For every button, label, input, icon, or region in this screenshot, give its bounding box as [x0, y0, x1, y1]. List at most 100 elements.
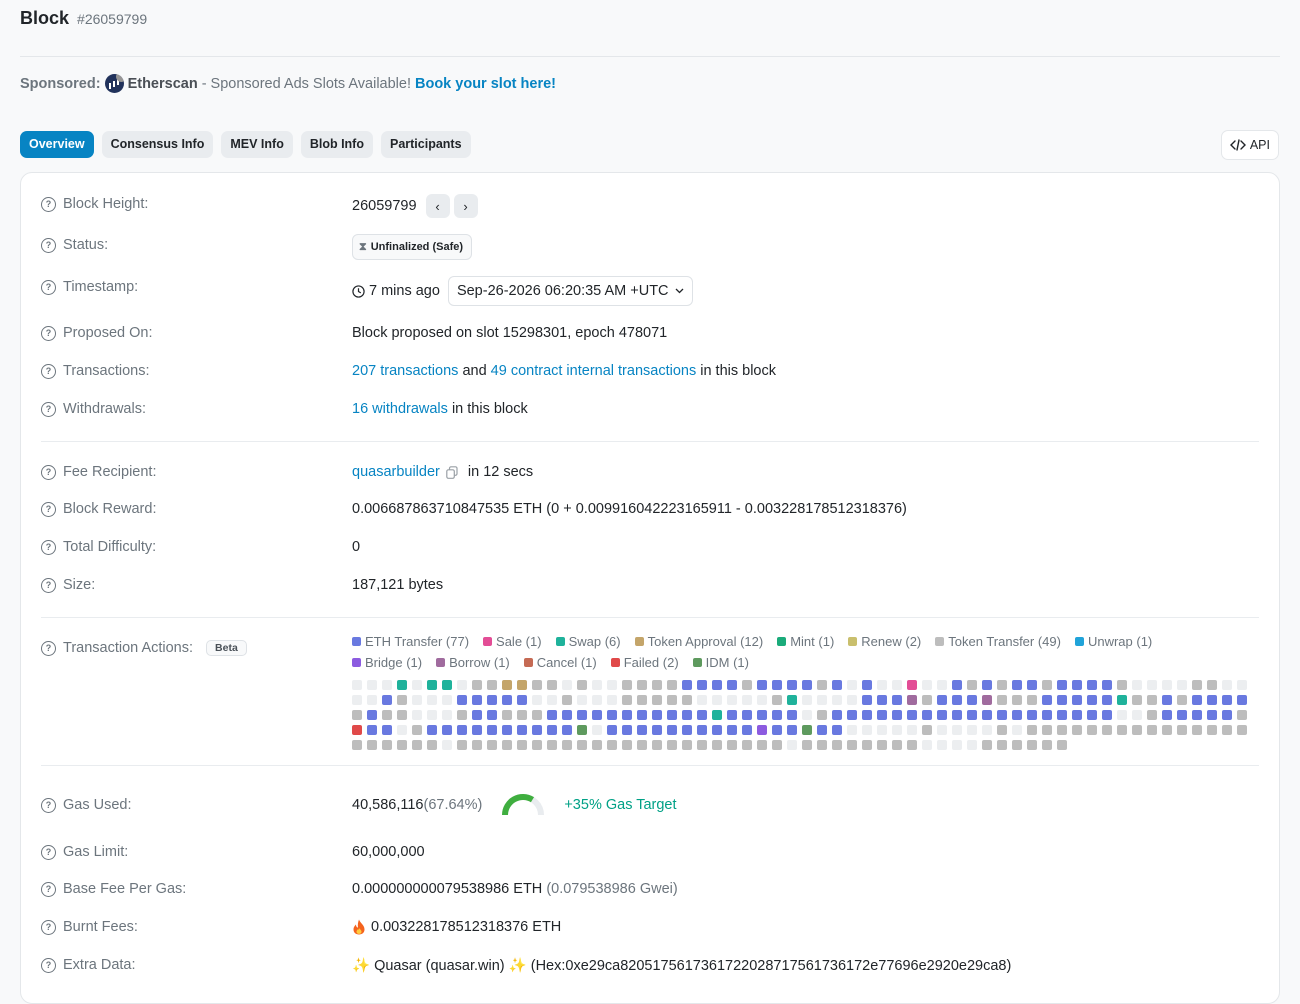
help-icon[interactable]: ?: [41, 797, 56, 813]
action-cell[interactable]: [1057, 725, 1067, 735]
action-cell[interactable]: [1132, 710, 1142, 720]
tab-participants[interactable]: Participants: [380, 131, 471, 158]
action-cell[interactable]: [397, 680, 407, 690]
action-cell[interactable]: [727, 695, 737, 705]
action-cell[interactable]: [1132, 695, 1142, 705]
action-cell[interactable]: [382, 695, 392, 705]
action-cell[interactable]: [682, 710, 692, 720]
action-cell[interactable]: [652, 710, 662, 720]
action-cell[interactable]: [832, 725, 842, 735]
action-cell[interactable]: [442, 680, 452, 690]
action-cell[interactable]: [1177, 680, 1187, 690]
help-icon[interactable]: ?: [41, 237, 56, 253]
action-cell[interactable]: [907, 695, 917, 705]
action-cell[interactable]: [862, 740, 872, 750]
action-cell[interactable]: [682, 740, 692, 750]
action-cell[interactable]: [727, 740, 737, 750]
action-cell[interactable]: [997, 725, 1007, 735]
action-cell[interactable]: [772, 725, 782, 735]
action-cell[interactable]: [682, 725, 692, 735]
action-cell[interactable]: [907, 740, 917, 750]
next-block-button[interactable]: ›: [453, 194, 478, 218]
action-cell[interactable]: [787, 725, 797, 735]
action-cell[interactable]: [367, 710, 377, 720]
action-cell[interactable]: [367, 680, 377, 690]
action-cell[interactable]: [742, 695, 752, 705]
action-cell[interactable]: [487, 740, 497, 750]
action-cell[interactable]: [952, 680, 962, 690]
help-icon[interactable]: ?: [41, 279, 56, 295]
action-cell[interactable]: [952, 740, 962, 750]
action-cell[interactable]: [907, 725, 917, 735]
withdrawals-link[interactable]: 16 withdrawals: [352, 401, 448, 417]
action-cell[interactable]: [532, 725, 542, 735]
action-cell[interactable]: [727, 725, 737, 735]
action-cell[interactable]: [637, 695, 647, 705]
action-cell[interactable]: [832, 695, 842, 705]
action-cell[interactable]: [1057, 740, 1067, 750]
action-cell[interactable]: [382, 740, 392, 750]
action-cell[interactable]: [982, 740, 992, 750]
action-cell[interactable]: [1087, 680, 1097, 690]
action-cell[interactable]: [862, 680, 872, 690]
action-cell[interactable]: [787, 695, 797, 705]
action-cell[interactable]: [637, 740, 647, 750]
action-cell[interactable]: [922, 725, 932, 735]
action-cell[interactable]: [517, 710, 527, 720]
action-cell[interactable]: [1102, 695, 1112, 705]
action-cell[interactable]: [352, 680, 362, 690]
tab-blob-info[interactable]: Blob Info: [300, 131, 373, 158]
action-cell[interactable]: [967, 725, 977, 735]
action-cell[interactable]: [1132, 725, 1142, 735]
action-cell[interactable]: [472, 695, 482, 705]
action-cell[interactable]: [832, 740, 842, 750]
action-cell[interactable]: [547, 725, 557, 735]
action-cell[interactable]: [397, 710, 407, 720]
action-cell[interactable]: [457, 740, 467, 750]
tab-mev-info[interactable]: MEV Info: [221, 131, 293, 158]
action-cell[interactable]: [487, 710, 497, 720]
action-cell[interactable]: [397, 740, 407, 750]
action-cell[interactable]: [577, 725, 587, 735]
action-cell[interactable]: [622, 710, 632, 720]
action-cell[interactable]: [652, 695, 662, 705]
action-cell[interactable]: [1222, 725, 1232, 735]
tab-overview[interactable]: Overview: [20, 131, 94, 158]
action-cell[interactable]: [517, 725, 527, 735]
action-cell[interactable]: [922, 680, 932, 690]
action-cell[interactable]: [652, 680, 662, 690]
action-cell[interactable]: [757, 680, 767, 690]
action-cell[interactable]: [1222, 695, 1232, 705]
action-cell[interactable]: [382, 680, 392, 690]
action-cell[interactable]: [457, 680, 467, 690]
action-cell[interactable]: [622, 740, 632, 750]
action-cell[interactable]: [1027, 725, 1037, 735]
action-cell[interactable]: [1147, 680, 1157, 690]
action-cell[interactable]: [532, 740, 542, 750]
action-cell[interactable]: [502, 725, 512, 735]
action-cell[interactable]: [472, 680, 482, 690]
action-cell[interactable]: [397, 695, 407, 705]
action-cell[interactable]: [412, 725, 422, 735]
action-cell[interactable]: [1147, 695, 1157, 705]
help-icon[interactable]: ?: [41, 325, 56, 341]
book-slot-link[interactable]: Book your slot here!: [415, 76, 556, 92]
action-cell[interactable]: [592, 740, 602, 750]
action-cell[interactable]: [892, 740, 902, 750]
action-cell[interactable]: [907, 710, 917, 720]
action-cell[interactable]: [1027, 695, 1037, 705]
action-cell[interactable]: [412, 695, 422, 705]
action-cell[interactable]: [1222, 710, 1232, 720]
action-cell[interactable]: [892, 725, 902, 735]
tab-consensus-info[interactable]: Consensus Info: [101, 131, 214, 158]
action-cell[interactable]: [502, 695, 512, 705]
action-cell[interactable]: [802, 710, 812, 720]
action-cell[interactable]: [1147, 710, 1157, 720]
action-cell[interactable]: [697, 710, 707, 720]
action-cell[interactable]: [577, 710, 587, 720]
action-cell[interactable]: [742, 725, 752, 735]
internal-transactions-link[interactable]: 49 contract internal transactions: [491, 363, 697, 379]
action-cell[interactable]: [832, 710, 842, 720]
action-cell[interactable]: [802, 725, 812, 735]
action-cell[interactable]: [982, 710, 992, 720]
